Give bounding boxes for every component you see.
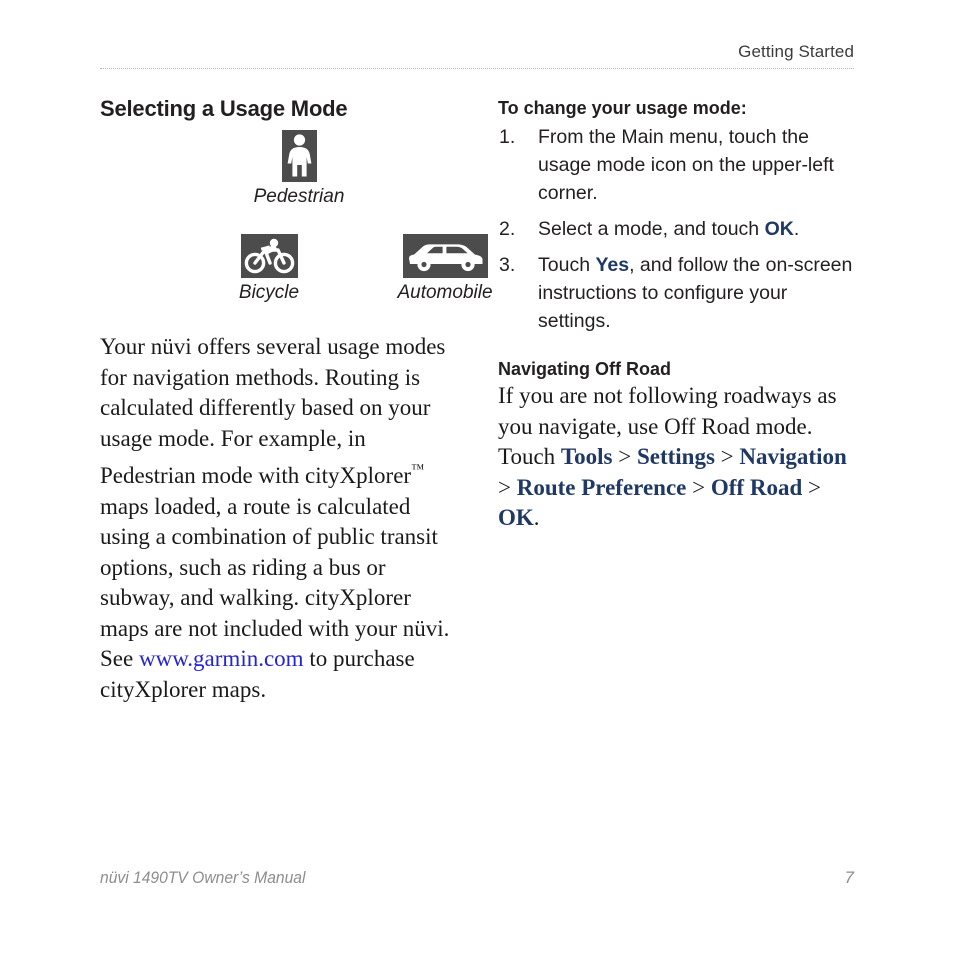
list-item: 2. Select a mode, and touch OK. bbox=[498, 215, 854, 243]
list-item: 1. From the Main menu, touch the usage mo… bbox=[498, 123, 854, 207]
ui-term-yes: Yes bbox=[595, 254, 630, 276]
pedestrian-icon bbox=[281, 130, 317, 182]
path-separator: > bbox=[802, 474, 821, 500]
step-text: Touch bbox=[538, 254, 596, 276]
description-part-2: maps loaded, a route is calculated using… bbox=[100, 493, 450, 672]
path-separator: > bbox=[714, 444, 740, 469]
header-divider bbox=[100, 68, 854, 69]
ui-term-navigation: Navigation bbox=[739, 444, 847, 469]
path-separator: > bbox=[686, 474, 711, 500]
footer-page-number: 7 bbox=[844, 868, 854, 887]
ui-term-off-road: Off Road bbox=[710, 474, 803, 500]
right-column: To change your usage mode: 1. From the Ma… bbox=[498, 96, 854, 534]
usage-mode-figures: Pedestrian Bicycle Automobile bbox=[100, 130, 493, 332]
figure-caption: Pedestrian bbox=[253, 186, 345, 207]
step-text: Select a mode, and touch bbox=[538, 218, 765, 240]
ui-term-ok-path: OK bbox=[498, 505, 534, 530]
left-column: Selecting a Usage Mode Pedestrian Bicycl… bbox=[100, 96, 493, 705]
procedure-heading: To change your usage mode: bbox=[498, 98, 747, 118]
offroad-description: If you are not following roadways as you… bbox=[498, 381, 854, 534]
ui-term-tools: Tools bbox=[560, 444, 613, 469]
garmin-website-link[interactable]: www.garmin.com bbox=[139, 646, 304, 671]
procedure-steps: 1. From the Main menu, touch the usage mo… bbox=[498, 123, 854, 335]
page-title: Selecting a Usage Mode bbox=[100, 96, 348, 121]
trademark-symbol: ™ bbox=[411, 461, 425, 476]
description-part-1: Your nüvi offers several usage modes for… bbox=[100, 334, 446, 488]
automobile-icon bbox=[402, 234, 488, 278]
bicycle-icon bbox=[240, 234, 298, 278]
ui-term-settings: Settings bbox=[636, 444, 715, 469]
path-separator: > bbox=[498, 474, 517, 500]
page-footer: nüvi 1490TV Owner’s Manual 7 bbox=[100, 868, 854, 894]
manual-page: Getting Started Selecting a Usage Mode P… bbox=[0, 0, 954, 954]
figure-pedestrian: Pedestrian bbox=[231, 130, 367, 208]
figure-caption: Bicycle bbox=[238, 282, 300, 303]
path-separator: > bbox=[612, 444, 637, 469]
list-item: 3. Touch Yes, and follow the on-screen in… bbox=[498, 251, 854, 335]
offroad-heading: Navigating Off Road bbox=[498, 359, 672, 379]
ui-term-route-preference: Route Preference bbox=[516, 474, 687, 500]
step-number: 1. bbox=[499, 126, 516, 148]
footer-manual-title: nüvi 1490TV Owner’s Manual bbox=[100, 868, 306, 887]
offroad-end: . bbox=[533, 505, 540, 530]
step-text: From the Main menu, touch the usage mode… bbox=[538, 126, 834, 204]
step-text-end: . bbox=[793, 218, 800, 240]
header-section-title: Getting Started bbox=[738, 42, 854, 61]
step-number: 2. bbox=[499, 218, 516, 240]
usage-mode-description: Your nüvi offers several usage modes for… bbox=[100, 332, 462, 705]
figure-bicycle: Bicycle bbox=[198, 234, 340, 304]
running-header: Getting Started bbox=[100, 42, 854, 72]
step-number: 3. bbox=[499, 254, 516, 276]
ui-term-ok: OK bbox=[764, 218, 794, 240]
